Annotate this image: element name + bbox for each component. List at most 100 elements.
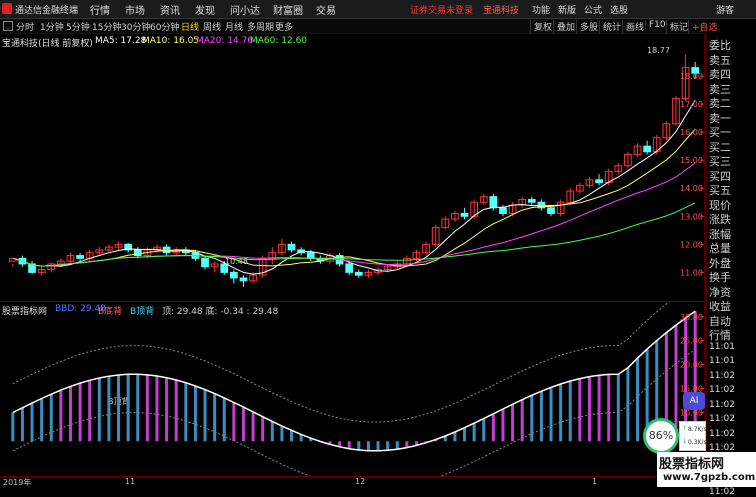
login-notice[interactable]: 证券交易未登录 — [410, 3, 473, 16]
sidebar-item: 11:02 — [709, 487, 735, 497]
menu-quotes[interactable]: 行情 — [90, 2, 110, 17]
indicator-bar — [69, 386, 72, 441]
candle-body — [490, 197, 497, 208]
menu-market[interactable]: 市场 — [125, 2, 145, 17]
indicator-bar — [31, 403, 34, 441]
stats-button[interactable]: 统计 — [599, 20, 621, 33]
sidebar-item: 11:01 — [709, 342, 735, 352]
period-multi[interactable]: 多周期 — [247, 20, 274, 33]
menu-trade[interactable]: 交易 — [316, 2, 336, 17]
period-toolbar: 分时 1分钟 5分钟 15分钟 30分钟 60分钟 日线 周线 月线 多周期 更… — [0, 19, 706, 34]
indicator-bar — [521, 400, 524, 442]
stock-notice[interactable]: 宝通科技 — [483, 3, 519, 16]
indicator-bar — [348, 441, 351, 448]
menu-stock-picker[interactable]: 选股 — [610, 3, 628, 16]
mark-button[interactable]: 标记 — [666, 20, 688, 33]
menu-wealth[interactable]: 财富圈 — [273, 2, 303, 17]
watermark: 股票指标网 www.7gpzb.com — [657, 452, 756, 487]
indicator-bar — [569, 381, 572, 441]
indicator-upper-band — [13, 302, 695, 422]
app-logo-icon — [2, 3, 12, 14]
indicator-lower-band — [13, 350, 695, 477]
candle-body — [240, 278, 247, 281]
price-tick-label: 17.00 — [680, 100, 703, 109]
candle-body — [500, 208, 507, 214]
network-speed-widget[interactable]: 86% ↑ 8.7K/s ↓ 0.3K/s — [643, 418, 706, 456]
period-timeshare[interactable]: 分时 — [16, 20, 34, 33]
indicator-bar — [175, 380, 178, 441]
indicator-bar — [607, 374, 610, 441]
indicator-bar — [588, 377, 591, 442]
indicator-bar — [280, 426, 283, 441]
indicator-main-line — [13, 311, 695, 451]
ma60-line — [13, 203, 695, 266]
add-watchlist-button[interactable]: +自选 — [688, 20, 718, 33]
candle-body — [163, 247, 170, 253]
candle-body — [307, 253, 314, 259]
indicator-bar — [59, 390, 62, 441]
sidebar-item: 11:02 — [709, 371, 735, 381]
indicator-bar — [473, 423, 476, 441]
sidebar-item: 11:02 — [709, 429, 735, 439]
price-tick-label: 14.00 — [680, 184, 703, 193]
download-arrow-icon: ↓ — [682, 438, 687, 445]
cpu-percent: 86% — [643, 418, 679, 454]
candle-body — [77, 256, 84, 259]
indicator-tick-label: 20.00 — [680, 361, 703, 370]
f10-button[interactable]: F10 — [645, 20, 666, 30]
indicator-bar — [559, 384, 562, 441]
period-30min[interactable]: 30分钟 — [121, 20, 150, 33]
indicator-bar — [50, 394, 53, 441]
menu-function[interactable]: 功能 — [532, 3, 550, 16]
indicator-bar — [598, 375, 601, 441]
indicator-bar — [492, 414, 495, 441]
sidebar-item: 11:02 — [709, 385, 735, 395]
indicator-lines — [13, 302, 695, 476]
menu-news[interactable]: 资讯 — [160, 2, 180, 17]
overlay-button[interactable]: 叠加 — [553, 20, 575, 33]
ma20-line — [13, 163, 695, 266]
indicator-bar — [98, 378, 101, 441]
menu-guest[interactable]: 游客 — [716, 3, 734, 16]
adjust-button[interactable]: 复权 — [530, 20, 552, 33]
menu-discover[interactable]: 发现 — [195, 2, 215, 17]
indicator-bar — [194, 386, 197, 441]
ai-assistant-button[interactable]: AI — [683, 392, 705, 410]
period-15min[interactable]: 15分钟 — [92, 20, 121, 33]
candle-body — [548, 208, 555, 214]
indicator-chart[interactable]: 30.0025.0020.0015.0010.005.00 — [0, 302, 706, 476]
multi-stock-button[interactable]: 多股 — [576, 20, 598, 33]
quote-sidebar: 委比卖五卖四卖三卖二卖一买一买二买三买四买五现价涨跌涨幅总量外盘换手净资收益自动… — [706, 34, 756, 487]
indicator-bar — [357, 441, 360, 450]
period-60min[interactable]: 60分钟 — [150, 20, 179, 33]
menu-new-version[interactable]: 新版 — [558, 3, 576, 16]
period-monthly[interactable]: 月线 — [225, 20, 243, 33]
download-speed: 0.3K/s — [688, 439, 707, 446]
draw-button[interactable]: 画线 — [622, 20, 644, 33]
indicator-bar — [232, 402, 235, 441]
sidebar-item: 11:02 — [709, 414, 735, 424]
speed-box: ↑ 8.7K/s ↓ 0.3K/s — [679, 421, 706, 451]
indicator-bar — [617, 374, 620, 441]
layout-icon[interactable] — [3, 21, 13, 31]
period-more[interactable]: 更多 — [275, 20, 293, 33]
candle-body — [230, 272, 237, 278]
period-weekly[interactable]: 周线 — [203, 20, 221, 33]
period-1min[interactable]: 1分钟 — [40, 20, 64, 33]
candlestick-chart[interactable]: 18.0017.0016.0015.0014.0013.0012.0011.00 — [0, 34, 706, 300]
period-5min[interactable]: 5分钟 — [66, 20, 90, 33]
indicator-bar — [396, 441, 399, 449]
menu-formula[interactable]: 公式 — [584, 3, 602, 16]
indicator-bar — [146, 375, 149, 441]
indicator-bar — [11, 413, 14, 442]
indicator-bar — [501, 409, 504, 441]
indicator-bar — [242, 407, 245, 441]
indicator-bar — [223, 398, 226, 441]
menu-ask[interactable]: 问小达 — [230, 2, 260, 17]
indicator-bar — [453, 432, 456, 441]
indicator-bar — [540, 391, 543, 441]
watermark-url: www.7gpzb.com — [663, 472, 755, 483]
indicator-bar — [482, 419, 485, 442]
period-daily[interactable]: 日线 — [181, 20, 199, 33]
price-tick-label: 12.00 — [680, 240, 703, 249]
